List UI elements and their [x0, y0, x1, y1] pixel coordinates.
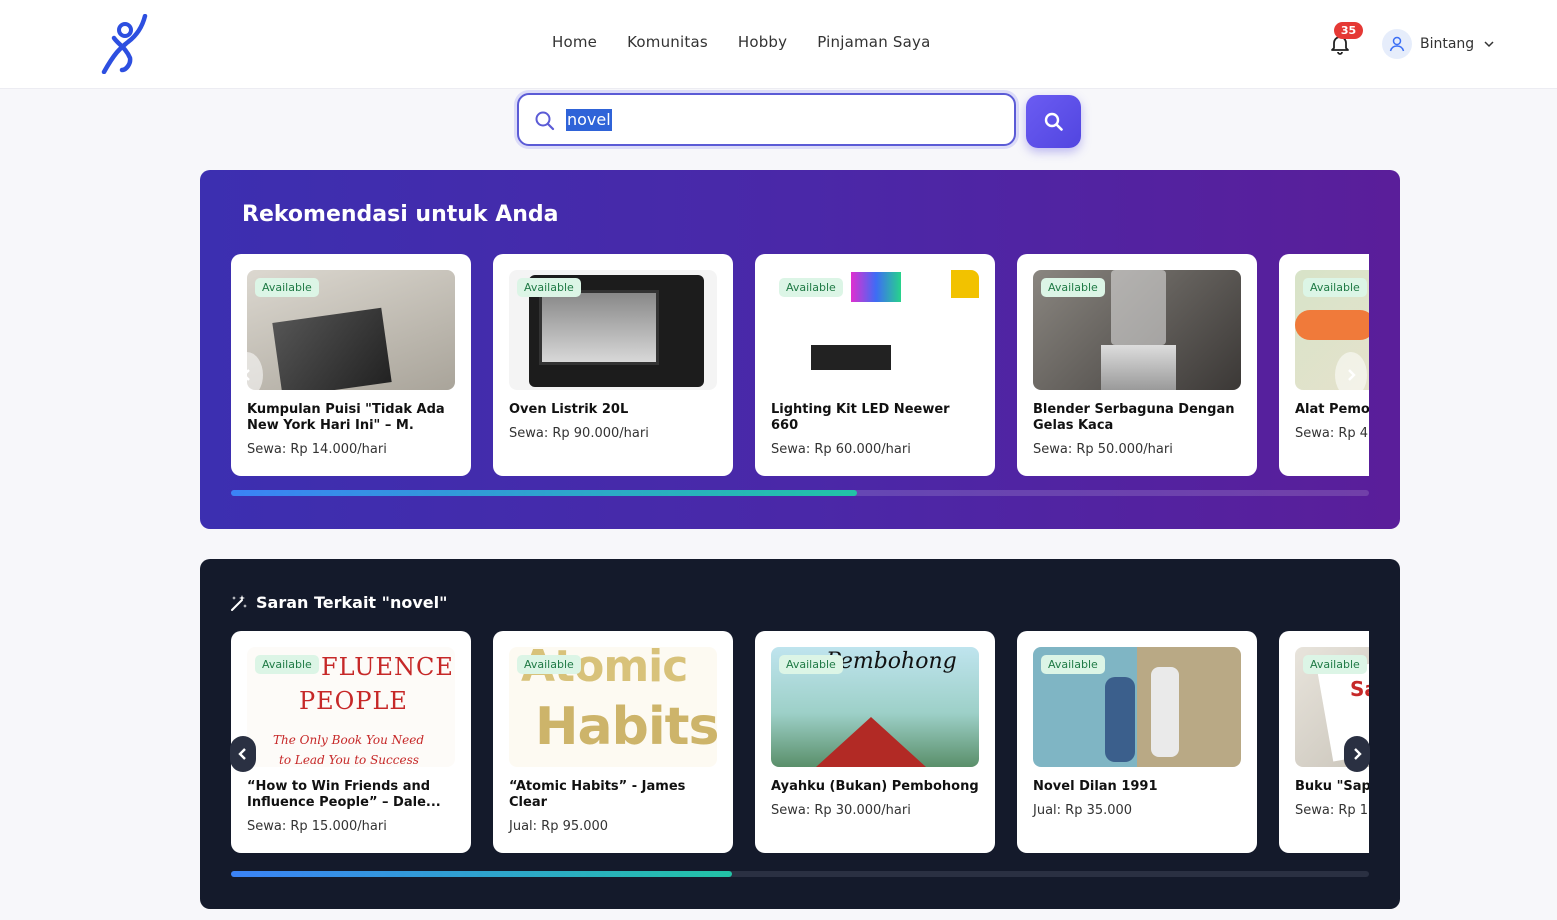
item-title: “Atomic Habits” - James Clear	[509, 779, 686, 810]
chevron-down-icon	[1484, 41, 1494, 48]
user-icon	[1389, 36, 1405, 52]
availability-badge: Available	[255, 278, 319, 297]
scrollbar-thumb[interactable]	[231, 490, 857, 496]
item-card[interactable]: Available Novel Dilan 1991 Jual: Rp 35.000	[1017, 631, 1257, 853]
item-price: Sewa: Rp 30.000/hari	[771, 803, 911, 818]
availability-badge: Available	[1303, 655, 1367, 674]
item-price: Sewa: Rp 90.000/hari	[509, 426, 649, 441]
carousel-next-button[interactable]	[1344, 736, 1370, 772]
main-nav: Home Komunitas Hobby Pinjaman Saya	[552, 33, 930, 51]
carousel-next-button[interactable]	[1335, 352, 1367, 398]
availability-badge: Available	[1041, 278, 1105, 297]
search-icon	[1044, 112, 1063, 131]
item-card[interactable]: Pembohong Available Ayahku (Bukan) Pemboho…	[755, 631, 995, 853]
search-input[interactable]: novel	[517, 93, 1016, 146]
availability-badge: Available	[517, 655, 581, 674]
item-image: Atomic Habits Available	[509, 647, 717, 767]
user-menu[interactable]: Bintang	[1382, 29, 1496, 59]
carousel-prev-button[interactable]	[230, 736, 256, 772]
avatar	[1382, 29, 1412, 59]
item-title: Blender Serbaguna Dengan Gelas Kaca	[1033, 402, 1235, 433]
notification-badge: 35	[1334, 22, 1363, 39]
section-title-text: Saran Terkait "novel"	[256, 593, 448, 612]
search-button[interactable]	[1026, 95, 1081, 148]
item-card[interactable]: Atomic Habits Available “Atomic Habits” - J…	[493, 631, 733, 853]
item-price: Sewa: Rp 15.000/hari	[247, 819, 387, 834]
availability-badge: Available	[779, 655, 843, 674]
availability-badge: Available	[1041, 655, 1105, 674]
item-price: Sewa: Rp 14.000/hari	[247, 442, 387, 457]
item-title: Alat Pemotong Multifungsi	[1295, 402, 1369, 417]
nav-komunitas[interactable]: Komunitas	[627, 33, 708, 51]
recommendations-section: Rekomendasi untuk Anda Available Kumpulan…	[200, 170, 1400, 529]
item-image: Available	[247, 270, 455, 390]
carousel-scrollbar[interactable]	[231, 871, 1369, 877]
item-title: Kumpulan Puisi "Tidak Ada New York Hari …	[247, 402, 445, 433]
carousel[interactable]: FLUENCE PEOPLE The Only Book You Need to Le…	[231, 631, 1369, 856]
carousel-track: Available Kumpulan Puisi "Tidak Ada New Y…	[231, 254, 1369, 476]
username: Bintang	[1420, 36, 1475, 52]
app-logo[interactable]	[100, 14, 150, 74]
nav-home[interactable]: Home	[552, 33, 597, 51]
item-image: Available	[1033, 270, 1241, 390]
item-title: Buku "Sapiens" Harari	[1295, 779, 1369, 794]
magic-wand-icon	[231, 594, 247, 611]
nav-hobby[interactable]: Hobby	[738, 33, 787, 51]
item-title: Lighting Kit LED Neewer 660	[771, 402, 950, 433]
top-navbar: Home Komunitas Hobby Pinjaman Saya 35 Bi…	[0, 0, 1557, 89]
carousel[interactable]: Available Kumpulan Puisi "Tidak Ada New Y…	[231, 254, 1369, 476]
item-image: Pembohong Available	[771, 647, 979, 767]
item-title: Ayahku (Bukan) Pembohong	[771, 779, 979, 794]
item-price: Sewa: Rp 60.000/hari	[771, 442, 911, 457]
item-price: Jual: Rp 95.000	[509, 819, 609, 834]
carousel-scrollbar[interactable]	[231, 490, 1369, 496]
item-card[interactable]: Available Lighting Kit LED Neewer 660 Sewa…	[755, 254, 995, 476]
search-icon	[535, 111, 555, 131]
chevron-left-icon	[238, 748, 246, 760]
item-price: Sewa: Rp 45.000/hari	[1295, 426, 1369, 441]
availability-badge: Available	[517, 278, 581, 297]
nav-pinjaman-saya[interactable]: Pinjaman Saya	[817, 33, 930, 51]
item-price: Sewa: Rp 15.000/hari	[1295, 803, 1369, 818]
item-title: Novel Dilan 1991	[1033, 779, 1158, 794]
item-image: FLUENCE PEOPLE The Only Book You Need to Le…	[247, 647, 455, 767]
chevron-right-icon	[1348, 369, 1356, 381]
item-image: Available	[509, 270, 717, 390]
item-title: Oven Listrik 20L	[509, 402, 629, 417]
section-title: Saran Terkait "novel"	[230, 593, 447, 612]
item-image: Available	[771, 270, 979, 390]
item-price: Jual: Rp 35.000	[1033, 803, 1133, 818]
item-title: “How to Win Friends and Influence People…	[247, 779, 441, 810]
chevron-right-icon	[1354, 748, 1362, 760]
carousel-track: FLUENCE PEOPLE The Only Book You Need to Le…	[231, 631, 1369, 853]
item-card[interactable]: Available Blender Serbaguna Dengan Gelas …	[1017, 254, 1257, 476]
availability-badge: Available	[1303, 278, 1367, 297]
item-price: Sewa: Rp 50.000/hari	[1033, 442, 1173, 457]
section-title: Rekomendasi untuk Anda	[242, 202, 559, 227]
item-card[interactable]: Available Kumpulan Puisi "Tidak Ada New Y…	[231, 254, 471, 476]
item-image: Available	[1033, 647, 1241, 767]
item-card[interactable]: FLUENCE PEOPLE The Only Book You Need to Le…	[231, 631, 471, 853]
availability-badge: Available	[779, 278, 843, 297]
chevron-left-icon	[242, 369, 250, 381]
carousel-prev-button[interactable]	[231, 352, 263, 398]
availability-badge: Available	[255, 655, 319, 674]
suggestions-section: Saran Terkait "novel" FLUENCE PEOPLE The O…	[200, 559, 1400, 909]
scrollbar-thumb[interactable]	[231, 871, 732, 877]
search-value: novel	[566, 109, 612, 131]
item-card[interactable]: Available Oven Listrik 20L Sewa: Rp 90.000…	[493, 254, 733, 476]
